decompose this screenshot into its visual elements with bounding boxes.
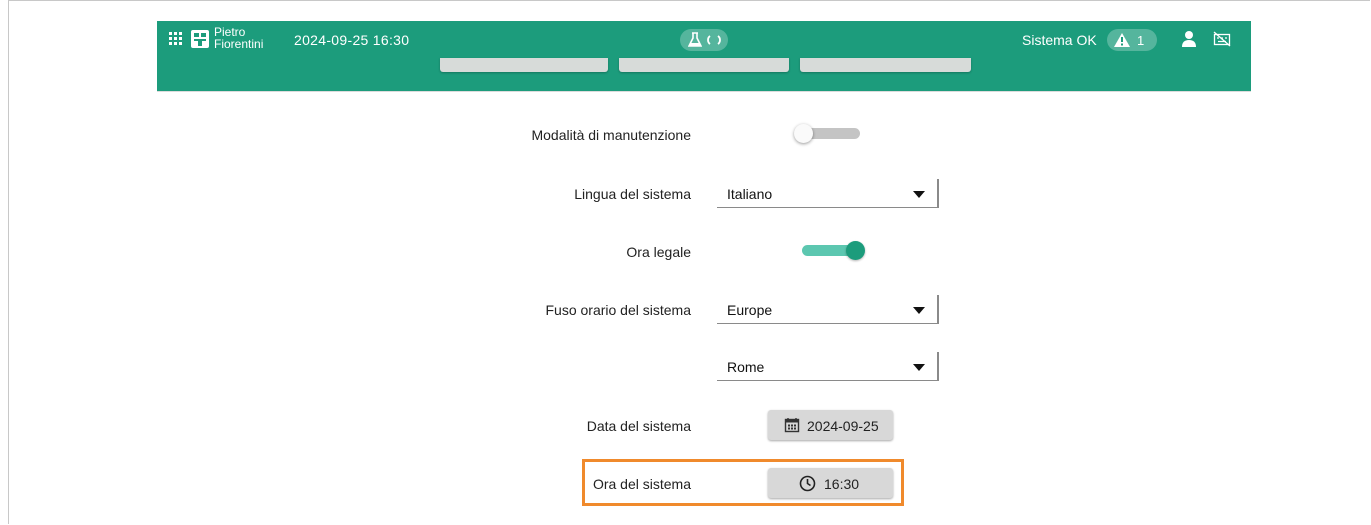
tab-2[interactable] [619,58,789,72]
maintenance-label: Modalità di manutenzione [531,127,691,143]
keyboard-off-icon[interactable] [1213,31,1231,47]
date-value: 2024-09-25 [807,418,879,434]
chevron-down-icon [913,307,925,314]
alarm-indicator[interactable]: 1 [1107,29,1157,51]
date-label: Data del sistema [586,418,691,434]
time-label: Ora del sistema [592,476,691,492]
app-window: Pietro Fiorentini 2024-09-25 16:30 Siste… [157,21,1251,525]
logo-text: Pietro Fiorentini [214,26,263,50]
logo-line-2: Fiorentini [214,37,264,51]
dst-toggle[interactable] [794,241,868,261]
tab-bar [157,58,1251,92]
warning-icon [1114,33,1130,47]
tab-1[interactable] [440,58,608,72]
chevron-down-icon [913,191,925,198]
lab-sync-badge[interactable] [680,29,728,51]
toggle-knob [794,124,813,143]
timezone-region-select[interactable]: Europe [717,295,939,324]
flask-icon [688,32,702,47]
time-value: 16:30 [824,476,860,492]
top-bar: Pietro Fiorentini 2024-09-25 16:30 Siste… [157,21,1251,58]
language-label: Lingua del sistema [574,186,691,202]
date-picker-button[interactable]: 2024-09-25 [768,410,893,440]
timezone-label: Fuso orario del sistema [545,302,691,318]
time-picker-button[interactable]: 16:30 [768,468,893,498]
toggle-knob [846,241,865,260]
header-datetime: 2024-09-25 16:30 [294,32,410,48]
tab-3[interactable] [800,58,971,72]
logo-mark-icon [191,30,209,48]
timezone-city-value: Rome [727,359,765,375]
maintenance-toggle[interactable] [794,124,868,144]
system-status: Sistema OK [1022,32,1097,48]
user-icon[interactable] [1181,30,1197,48]
sync-icon [707,35,721,45]
screen-frame: Pietro Fiorentini 2024-09-25 16:30 Siste… [8,0,1370,524]
dst-label: Ora legale [626,244,691,260]
alarm-count: 1 [1137,33,1145,48]
calendar-icon [784,418,800,433]
language-value: Italiano [727,186,773,202]
clock-icon [799,475,816,492]
chevron-down-icon [913,364,925,371]
language-select[interactable]: Italiano [717,179,939,208]
timezone-city-select[interactable]: Rome [717,352,939,381]
apps-grid-icon[interactable] [169,32,183,46]
timezone-region-value: Europe [727,302,773,318]
